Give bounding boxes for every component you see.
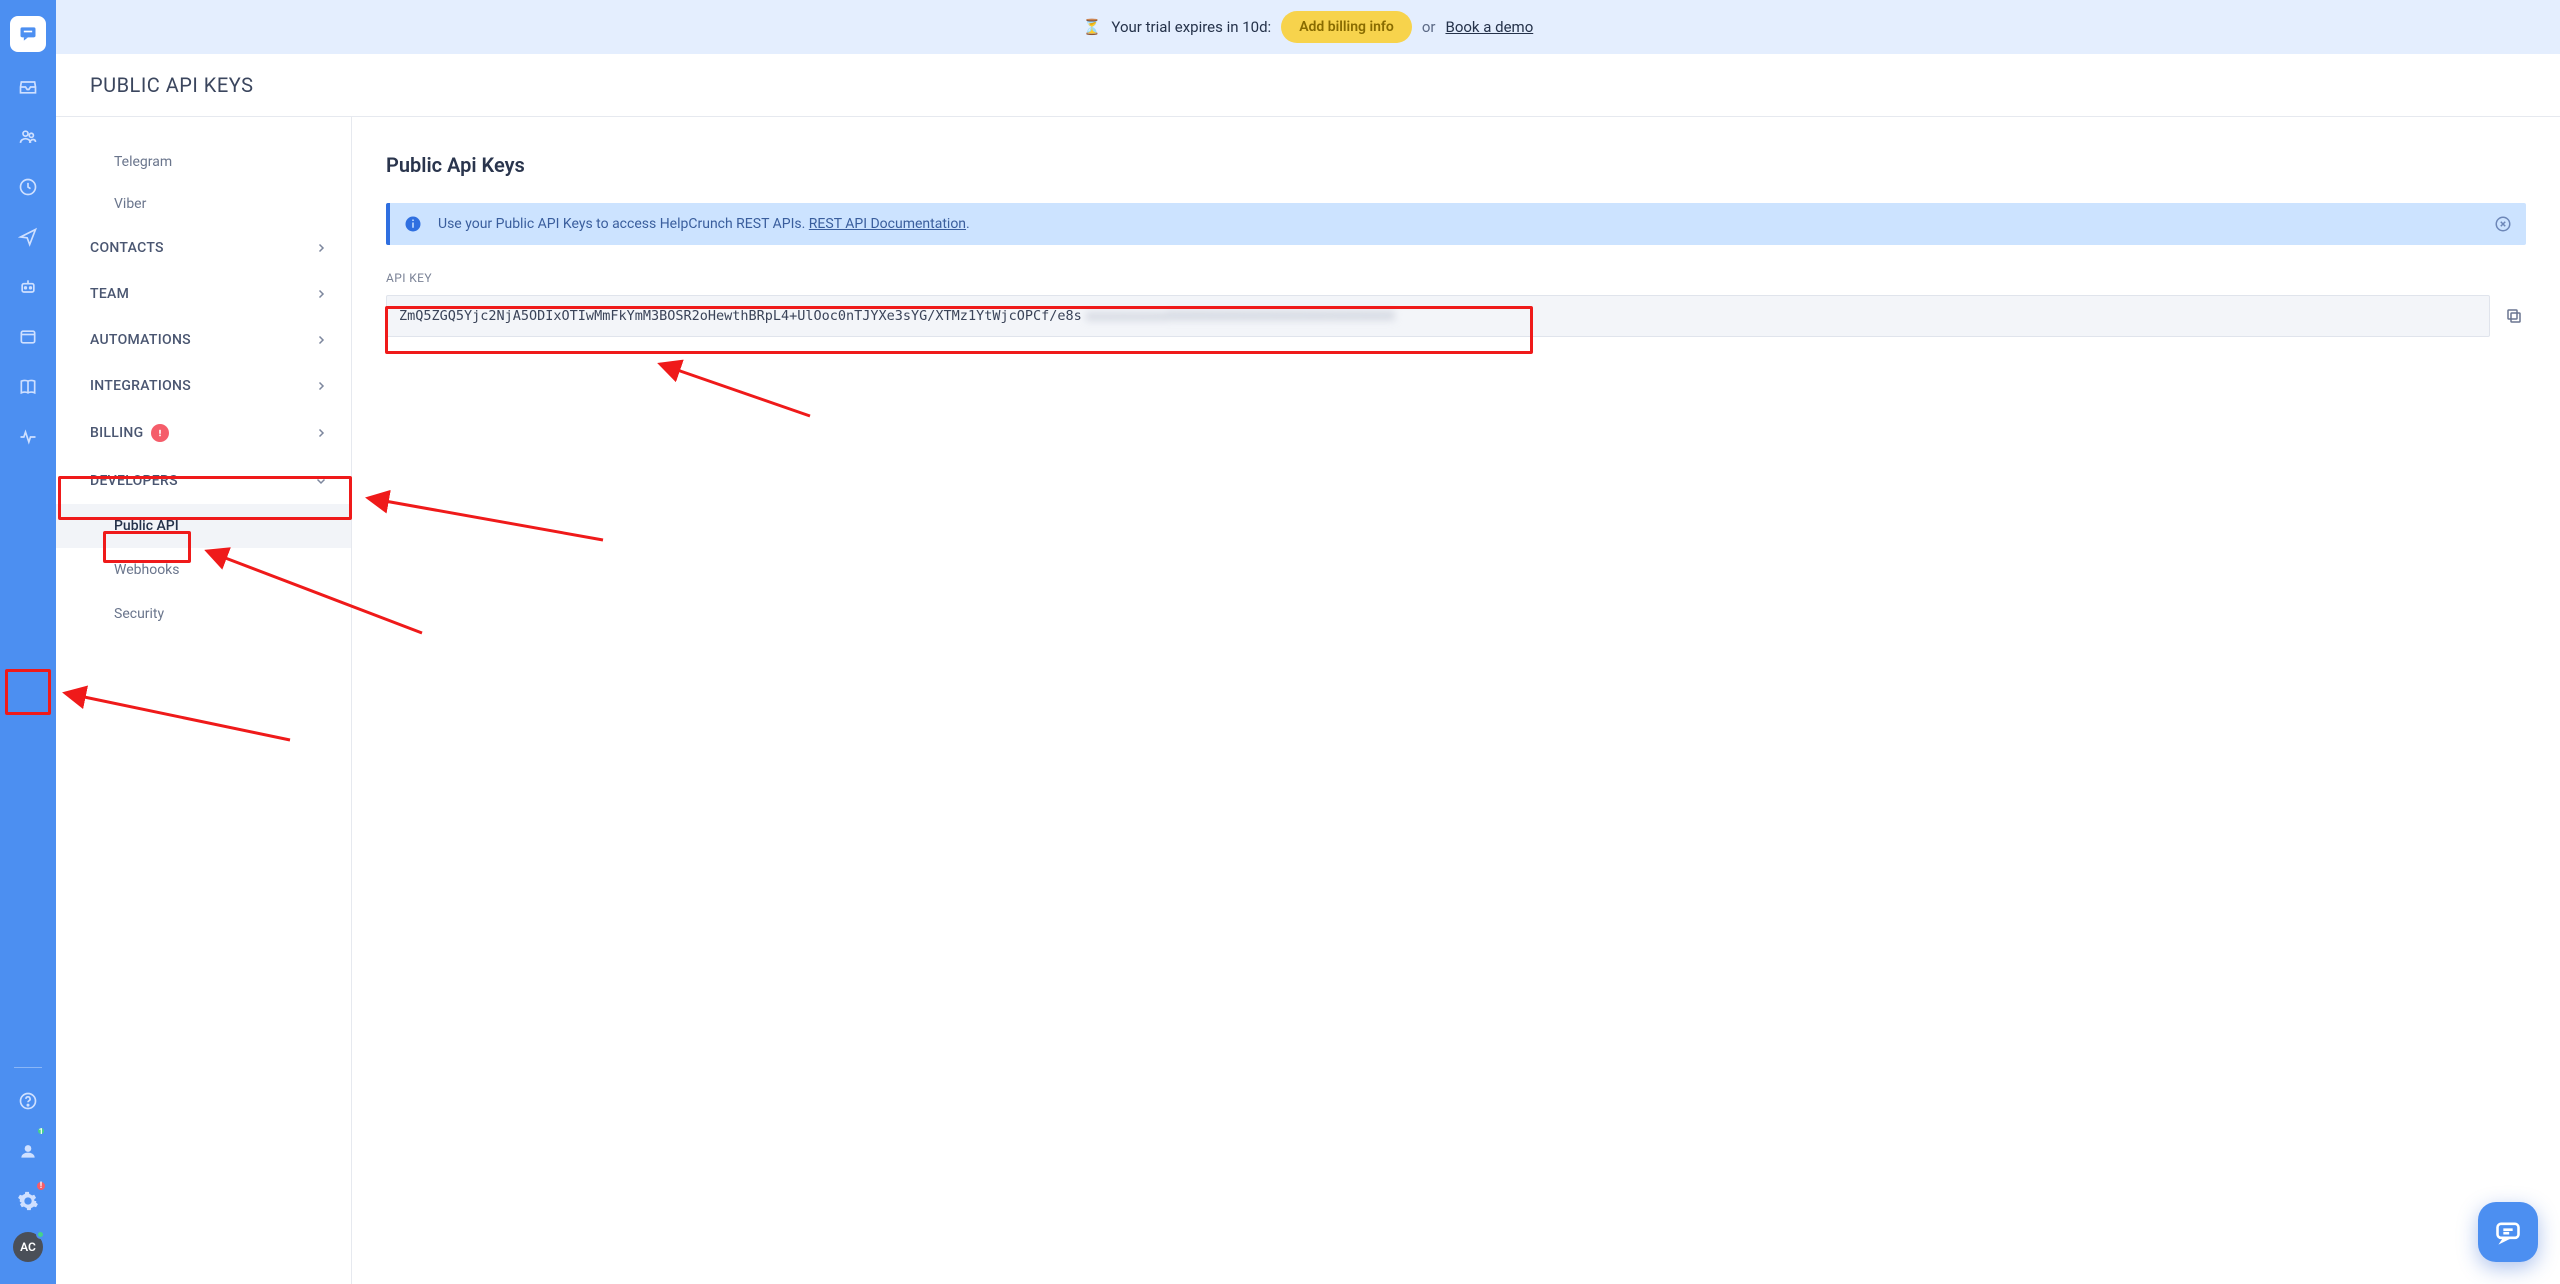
nav-send[interactable] [0, 212, 56, 262]
close-icon [2494, 215, 2512, 233]
cat-label: INTEGRATIONS [90, 378, 191, 394]
app-rail: 1 ! AC [0, 0, 56, 1284]
chat-widget[interactable] [2478, 1202, 2538, 1262]
book-icon [18, 377, 38, 397]
nav-cat-contacts[interactable]: CONTACTS [56, 225, 351, 271]
cat-label: CONTACTS [90, 240, 164, 256]
settings-nav: Telegram Viber CONTACTS TEAM AUTOMATIONS [56, 117, 352, 1284]
chevron-right-icon [315, 380, 327, 392]
cat-label: AUTOMATIONS [90, 332, 191, 348]
nav-inbox[interactable] [0, 62, 56, 112]
info-link[interactable]: REST API Documentation [809, 216, 966, 232]
copy-button[interactable] [2502, 295, 2526, 337]
nav-help[interactable] [0, 1076, 56, 1126]
user-icon [18, 1141, 38, 1161]
nav-cat-automations[interactable]: AUTOMATIONS [56, 317, 351, 363]
chat-bubble-icon [2494, 1218, 2522, 1246]
hourglass-icon: ⏳ [1083, 18, 1102, 36]
brand-logo[interactable] [10, 16, 46, 52]
nav-cat-team[interactable]: TEAM [56, 271, 351, 317]
cat-label: TEAM [90, 286, 129, 302]
bot-icon [18, 277, 38, 297]
nav-contacts[interactable] [0, 112, 56, 162]
nav-cat-billing[interactable]: BILLING [56, 409, 351, 457]
content-pane: Public Api Keys Use your Public API Keys… [352, 117, 2560, 1284]
page-title: PUBLIC API KEYS [56, 54, 2560, 117]
nav-users-online[interactable]: 1 [0, 1126, 56, 1176]
inbox-icon [18, 77, 38, 97]
window-icon [18, 327, 38, 347]
help-icon [18, 1091, 38, 1111]
nav-sub-public-api[interactable]: Public API [56, 504, 351, 548]
api-key-row: ZmQ5ZGQ5Yjc2NjA5ODIxOTIwMmFkYmM3BOSR2oHe… [386, 295, 2526, 337]
nav-sub-security[interactable]: Security [56, 592, 351, 636]
nav-sub-telegram[interactable]: Telegram [56, 141, 351, 183]
book-demo-link[interactable]: Book a demo [1445, 18, 1533, 36]
info-close-button[interactable] [2494, 215, 2512, 233]
nav-kb[interactable] [0, 362, 56, 412]
chevron-right-icon [315, 242, 327, 254]
cat-label: BILLING [90, 425, 143, 441]
nav-cat-developers[interactable]: DEVELOPERS [56, 457, 351, 504]
trial-banner: ⏳ Your trial expires in 10d: Add billing… [56, 0, 2560, 54]
settings-alert-dot: ! [35, 1180, 47, 1192]
nav-avatar[interactable]: AC [0, 1226, 56, 1284]
info-text: Use your Public API Keys to access HelpC… [438, 216, 970, 232]
info-banner: Use your Public API Keys to access HelpC… [386, 203, 2526, 245]
chevron-right-icon [315, 288, 327, 300]
avatar-status-dot [36, 1230, 45, 1239]
api-key-field[interactable]: ZmQ5ZGQ5Yjc2NjA5ODIxOTIwMmFkYmM3BOSR2oHe… [386, 295, 2490, 337]
api-key-blurred: aaaaaaaaaaAAAAAAAAAAAAAAAAAAAAAAAAAAAA [1086, 308, 1395, 324]
copy-icon [2505, 307, 2523, 325]
nav-sub-viber[interactable]: Viber [56, 183, 351, 225]
paper-plane-icon [18, 227, 38, 247]
nav-popups[interactable] [0, 312, 56, 362]
api-key-value: ZmQ5ZGQ5Yjc2NjA5ODIxOTIwMmFkYmM3BOSR2oHe… [399, 308, 1082, 324]
nav-settings[interactable]: ! [0, 1176, 56, 1226]
pulse-icon [18, 427, 38, 447]
nav-cat-integrations[interactable]: INTEGRATIONS [56, 363, 351, 409]
nav-bot[interactable] [0, 262, 56, 312]
add-billing-button[interactable]: Add billing info [1281, 11, 1412, 43]
chevron-down-icon [315, 475, 327, 487]
billing-alert-badge [151, 424, 169, 442]
online-dot: 1 [36, 1126, 46, 1136]
chevron-right-icon [315, 427, 327, 439]
avatar-initials: AC [20, 1240, 36, 1254]
columns: Telegram Viber CONTACTS TEAM AUTOMATIONS [56, 117, 2560, 1284]
gear-icon [17, 1190, 39, 1212]
main-frame: ⏳ Your trial expires in 10d: Add billing… [56, 0, 2560, 1284]
nav-sub-webhooks[interactable]: Webhooks [56, 548, 351, 592]
api-key-label: API KEY [386, 271, 2526, 285]
nav-activity[interactable] [0, 412, 56, 462]
cat-label: DEVELOPERS [90, 473, 178, 489]
users-icon [18, 127, 38, 147]
content-heading: Public Api Keys [386, 153, 2526, 177]
chevron-right-icon [315, 334, 327, 346]
nav-recent[interactable] [0, 162, 56, 212]
trial-text: Your trial expires in 10d: [1111, 18, 1271, 36]
chat-icon [18, 24, 38, 44]
user-avatar[interactable]: AC [13, 1232, 43, 1262]
info-icon [404, 215, 422, 233]
trial-or: or [1422, 18, 1436, 36]
clock-icon [18, 177, 38, 197]
